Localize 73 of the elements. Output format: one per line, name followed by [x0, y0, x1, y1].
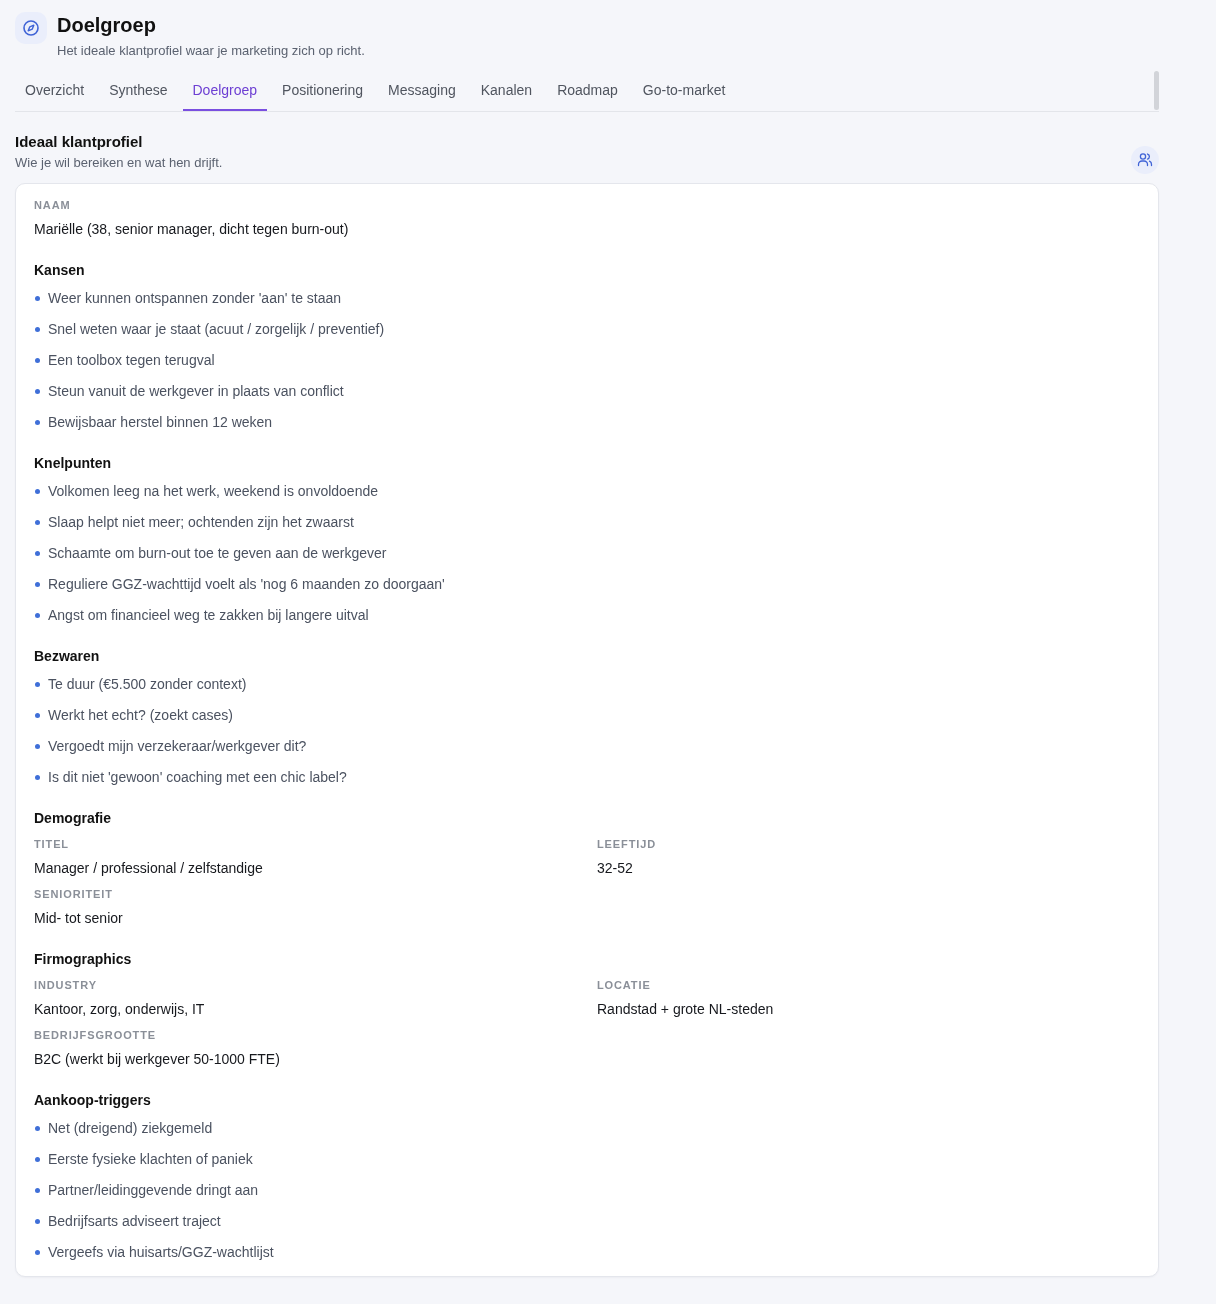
- group-heading: Firmographics: [34, 950, 133, 969]
- list-item: Vergoedt mijn verzekeraar/werkgever dit?: [48, 737, 307, 756]
- bullet-icon: [35, 295, 40, 301]
- scrollbar-thumb[interactable]: [1154, 71, 1159, 110]
- list-item: Partner/leidinggevende dringt aan: [48, 1181, 259, 1200]
- bullet-icon: [35, 1156, 40, 1162]
- section-title: Ideaal klantprofiel: [15, 132, 144, 152]
- field-value: Mid- tot senior: [34, 909, 124, 928]
- list-item: Snel weten waar je staat (acuut / zorgelijk / preventief): [48, 320, 385, 339]
- tab[interactable]: Kanalen: [470, 71, 543, 111]
- bullet-icon: [35, 712, 40, 718]
- list-item: Te duur (€5.500 zonder context): [48, 675, 247, 694]
- bullet-icon: [35, 388, 40, 394]
- tab[interactable]: Roadmap: [547, 71, 628, 111]
- tab[interactable]: Go-to-market: [632, 71, 736, 111]
- bullet-icon: [35, 519, 40, 525]
- bullet-icon: [35, 1218, 40, 1224]
- field-value: Manager / professional / zelfstandige: [34, 859, 264, 878]
- bullet-icon: [35, 743, 40, 749]
- tab[interactable]: Messaging: [378, 71, 466, 111]
- field-value: 32-52: [597, 859, 634, 878]
- field-label: NAAM: [34, 198, 72, 213]
- list-item: Eerste fysieke klachten of paniek: [48, 1150, 253, 1169]
- list-item: Reguliere GGZ-wachttijd voelt als 'nog 6 maanden zo doorgaan': [48, 575, 445, 594]
- bullet-icon: [35, 326, 40, 332]
- tab[interactable]: Positionering: [272, 71, 374, 111]
- tab[interactable]: Synthese: [99, 71, 178, 111]
- field-label: BEDRIJFSGROOTTE: [34, 1028, 157, 1043]
- list-item: Bedrijfsarts adviseert traject: [48, 1212, 221, 1231]
- bullet-icon: [35, 488, 40, 494]
- field-value: Randstad + grote NL-steden: [597, 1000, 775, 1019]
- field-value: Kantoor, zorg, onderwijs, IT: [34, 1000, 206, 1019]
- group-heading: Demografie: [34, 809, 113, 828]
- section-subtitle: Wie je wil bereiken en wat hen drijft.: [15, 154, 223, 172]
- list-item: Net (dreigend) ziekgemeld: [48, 1119, 213, 1138]
- list-heading: Knelpunten: [34, 454, 112, 473]
- bullet-icon: [35, 1187, 40, 1193]
- field-label: LOCATIE: [597, 978, 652, 993]
- list-item: Angst om financieel weg te zakken bij langere uitval: [48, 606, 369, 625]
- list-heading: Bezwaren: [34, 647, 101, 666]
- bullet-icon: [35, 1249, 40, 1255]
- users-icon: [1131, 146, 1159, 174]
- compass-icon: [15, 12, 47, 44]
- field-label: INDUSTRY: [34, 978, 98, 993]
- field-value: Mariëlle (38, senior manager, dicht tegen burn-out): [34, 220, 350, 239]
- bullet-icon: [35, 357, 40, 363]
- tab[interactable]: Overzicht: [15, 71, 95, 111]
- page-title: Doelgroep: [57, 13, 157, 38]
- bullet-icon: [35, 550, 40, 556]
- field-label: TITEL: [34, 837, 70, 852]
- list-item: Volkomen leeg na het werk, weekend is onvoldoende: [48, 482, 378, 501]
- list-item: Bewijsbaar herstel binnen 12 weken: [48, 413, 273, 432]
- list-item: Is dit niet 'gewoon' coaching met een chic label?: [48, 768, 347, 787]
- list-heading: Kansen: [34, 261, 86, 280]
- field-value: B2C (werkt bij werkgever 50-1000 FTE): [34, 1050, 281, 1069]
- field-label: SENIORITEIT: [34, 887, 114, 902]
- bullet-icon: [35, 681, 40, 687]
- page-subtitle: Het ideale klantprofiel waar je marketing zich op richt.: [57, 42, 365, 60]
- list-item: Werkt het echt? (zoekt cases): [48, 706, 233, 725]
- list-item: Een toolbox tegen terugval: [48, 351, 215, 370]
- list-item: Schaamte om burn-out toe te geven aan de werkgever: [48, 544, 387, 563]
- bullet-icon: [35, 774, 40, 780]
- bullet-icon: [35, 581, 40, 587]
- bullet-icon: [35, 419, 40, 425]
- list-item: Slaap helpt niet meer; ochtenden zijn het zwaarst: [48, 513, 354, 532]
- field-label: LEEFTIJD: [597, 837, 657, 852]
- list-item: Steun vanuit de werkgever in plaats van conflict: [48, 382, 344, 401]
- bullet-icon: [35, 612, 40, 618]
- tab[interactable]: Doelgroep: [182, 71, 268, 111]
- list-heading: Aankoop-triggers: [34, 1091, 152, 1110]
- bullet-icon: [35, 1125, 40, 1131]
- list-item: Weer kunnen ontspannen zonder 'aan' te staan: [48, 289, 342, 308]
- list-item: Vergeefs via huisarts/GGZ-wachtlijst: [48, 1243, 274, 1262]
